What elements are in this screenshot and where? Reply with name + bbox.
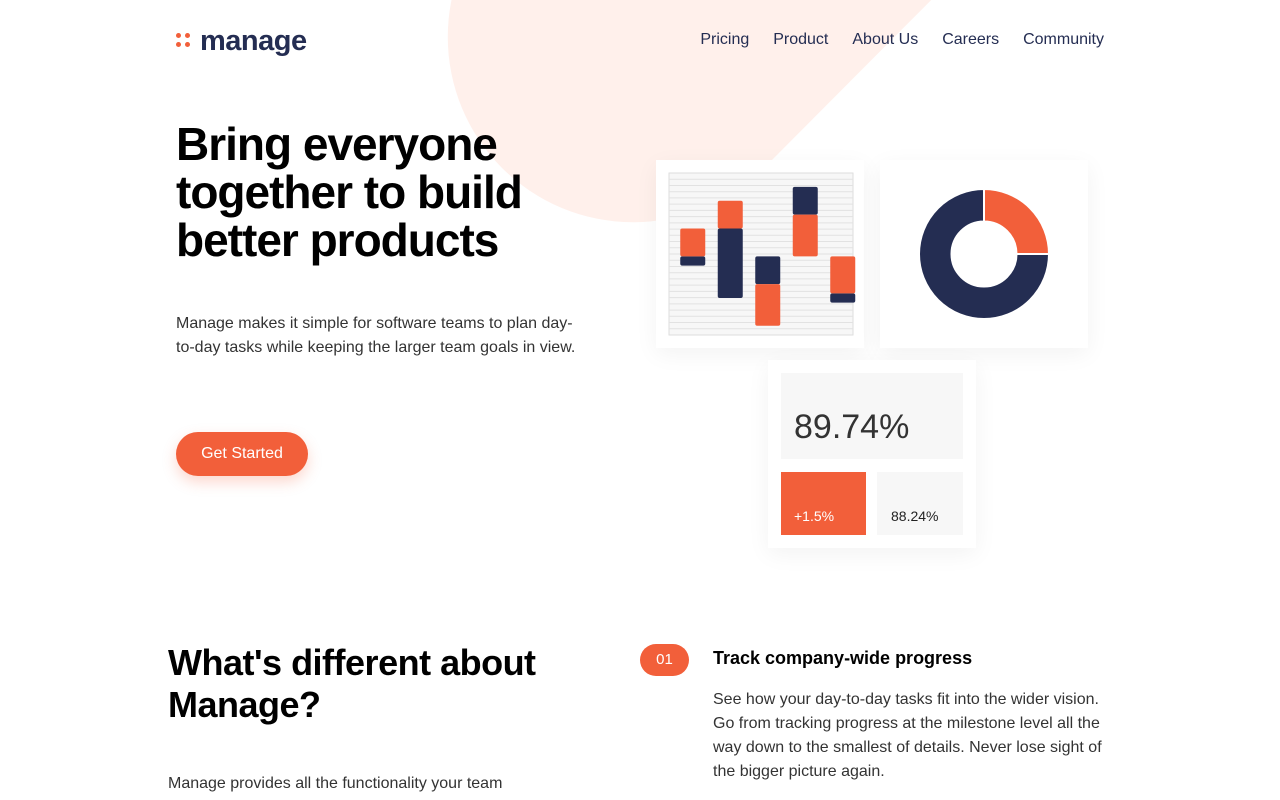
bar-segment-orange [680, 228, 706, 257]
bar-segment-orange [717, 200, 743, 229]
bar-segment-navy [755, 256, 781, 285]
stats-card: 89.74% +1.5% 88.24% [768, 360, 976, 548]
donut-slice-orange [983, 187, 1051, 255]
bar-chart [668, 172, 856, 336]
nav-link-community[interactable]: Community [1023, 30, 1104, 50]
stat-main-value: 89.74% [794, 408, 910, 446]
bar-segment-orange [830, 256, 856, 294]
feature-text: See how your day-to-day tasks fit into t… [713, 691, 1102, 780]
logo-text: manage [200, 25, 307, 57]
nav-link-careers[interactable]: Careers [942, 30, 999, 50]
hero-description: Manage makes it simple for software team… [176, 315, 576, 356]
bar-segment-orange [792, 214, 818, 257]
feature-number-badge: 01 [640, 644, 689, 676]
nav-link-product[interactable]: Product [773, 30, 828, 50]
hero-title: Bring everyone together to build better … [176, 118, 523, 266]
bar-segment-navy [680, 256, 706, 266]
feature-title: Track company-wide progress [713, 648, 973, 668]
bar-segment-navy [717, 228, 743, 298]
stat-delta-value: +1.5% [794, 508, 835, 524]
stat-other-value: 88.24% [891, 508, 939, 524]
section-text: Manage provides all the functionality yo… [168, 775, 503, 792]
stat-main-box: 89.74% [781, 373, 963, 459]
donut-chart-card [880, 160, 1088, 348]
bar-segment-navy [830, 293, 856, 303]
bar-segment-orange [755, 284, 781, 326]
bar-chart-card [656, 160, 864, 348]
donut-chart [918, 187, 1051, 320]
nav-link-pricing[interactable]: Pricing [700, 30, 749, 50]
logo-icon [176, 33, 192, 49]
site-header: manage Pricing Product About Us Careers … [176, 24, 1104, 60]
section-title: What's different about Manage? [168, 642, 536, 725]
get-started-button[interactable]: Get Started [176, 432, 308, 476]
bar-segment-navy [792, 186, 818, 215]
nav-link-about-us[interactable]: About Us [852, 30, 918, 50]
main-nav: Pricing Product About Us Careers Communi… [700, 30, 1104, 50]
stat-delta-box: +1.5% [781, 472, 866, 535]
stat-other-box: 88.24% [877, 472, 963, 535]
logo[interactable]: manage [176, 26, 307, 56]
